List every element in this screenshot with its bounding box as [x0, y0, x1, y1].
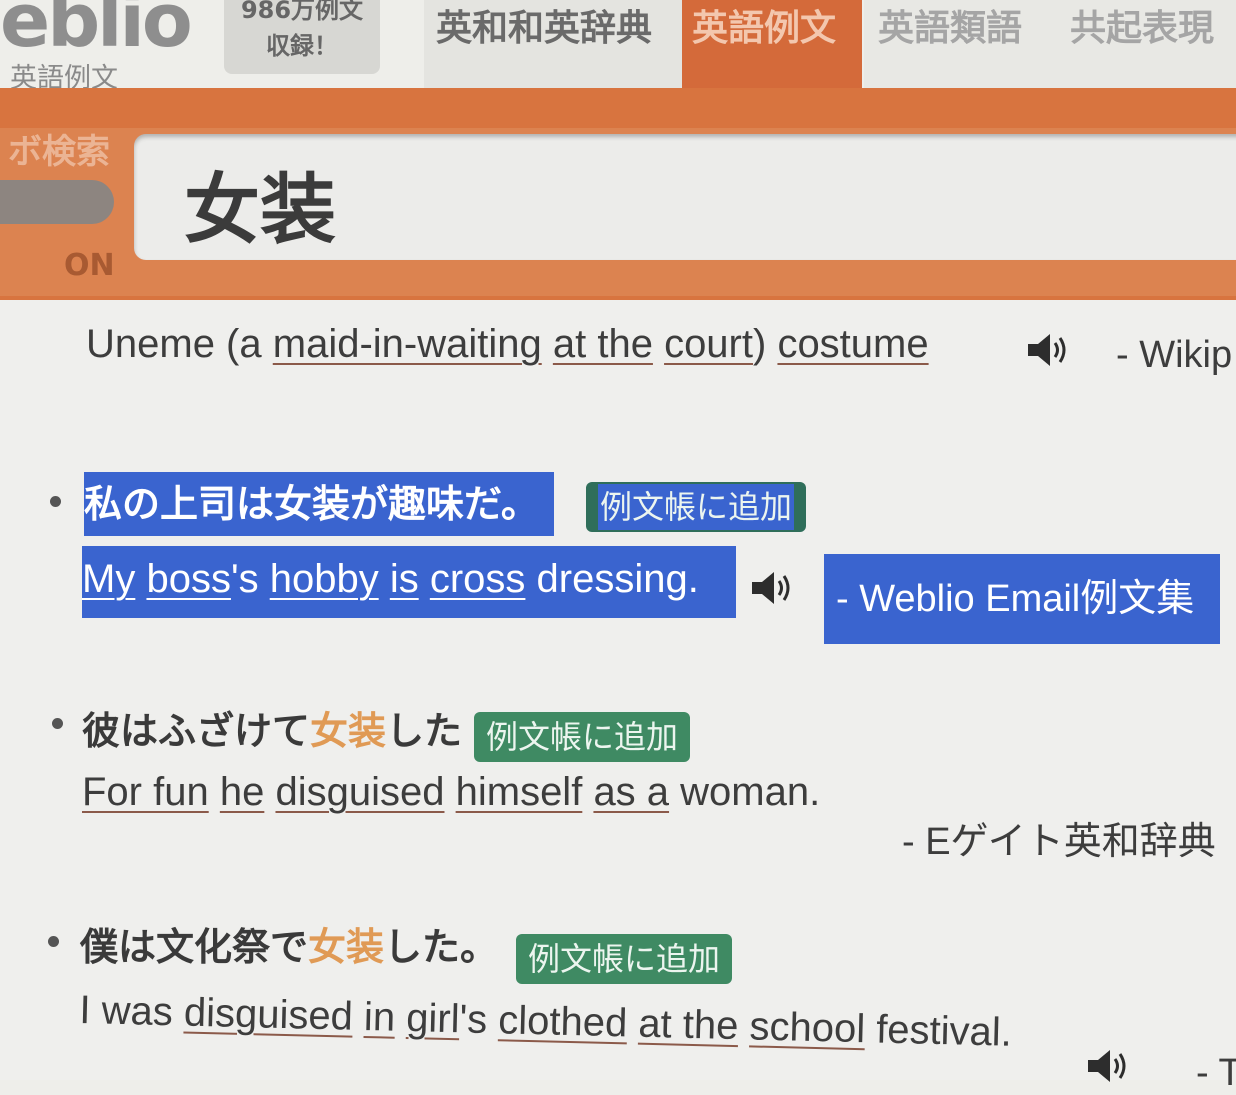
tab-english-examples[interactable]: 英語例文 [682, 0, 862, 88]
search-input[interactable]: 女装 [134, 134, 1236, 260]
robo-search-toggle[interactable] [0, 180, 114, 224]
text-segment [653, 322, 664, 366]
example-english-line: For fun he disguised himself as a woman. [82, 770, 820, 815]
example-source[interactable]: - Wikip [1116, 334, 1232, 377]
word-link[interactable]: clothed [498, 998, 628, 1045]
word-link[interactable]: disguised [275, 770, 444, 814]
word-link[interactable]: maid-in-waiting [273, 322, 542, 366]
word-link[interactable]: at the [638, 1002, 739, 1048]
add-to-wordbook-button[interactable]: 例文帳に追加 [474, 712, 691, 762]
example-source[interactable]: - To [1196, 1052, 1236, 1095]
top-bar: eblio 英語例文 986万例文 収録！ 英和和英辞典 英語例文 英語類語 共… [0, 0, 1236, 96]
word-link[interactable]: boss [146, 557, 231, 601]
sentence-text: 僕は文化祭で [80, 925, 309, 969]
word-link[interactable]: school [749, 1004, 866, 1051]
example-japanese-sentence: 私の上司は女装が趣味だ。 [84, 472, 554, 536]
list-bullet [50, 496, 61, 507]
add-to-wordbook-label: 例文帳に追加 [598, 484, 795, 530]
sentence-text: した [386, 709, 463, 753]
word-link[interactable]: he [220, 770, 265, 814]
word-link[interactable]: is [390, 557, 419, 601]
keyword-highlight: 女装 [308, 925, 385, 969]
word-link[interactable]: at the [553, 322, 653, 366]
speaker-icon[interactable] [1026, 330, 1072, 370]
toggle-state-label: ON [64, 248, 115, 283]
example-count-suffix: 収録！ [266, 32, 338, 60]
text-segment: ) [753, 322, 778, 366]
text-segment [264, 770, 275, 814]
example-count-badge: 986万例文 収録！ [224, 0, 380, 74]
text-segment [419, 557, 430, 601]
tab-eiwa-waei-dictionary[interactable]: 英和和英辞典 [424, 0, 686, 88]
text-segment: woman. [669, 770, 821, 814]
word-link[interactable]: as a [593, 770, 669, 814]
example-english-line: Uneme (a maid-in-waiting at the court) c… [86, 322, 929, 367]
add-to-wordbook-button[interactable]: 例文帳に追加 [586, 482, 807, 532]
word-link[interactable]: For fun [82, 770, 209, 814]
list-bullet [52, 718, 63, 729]
sentence-text: 彼はふざけて [82, 709, 311, 753]
sentence-text: した。 [384, 925, 499, 969]
text-segment [135, 557, 146, 601]
example-count: 986万例文 [240, 0, 364, 24]
text-segment: 's [459, 997, 499, 1043]
example-japanese-sentence: 彼はふざけて女装した [82, 700, 462, 755]
weblio-logo[interactable]: eblio [0, 0, 193, 64]
word-link[interactable]: himself [456, 770, 583, 814]
word-link[interactable]: in [363, 995, 395, 1040]
tab-collocations[interactable]: 共起表現 [1054, 0, 1236, 88]
speaker-icon[interactable] [750, 568, 796, 608]
text-segment: I was [78, 988, 185, 1035]
example-source[interactable]: - Eゲイト英和辞典 [902, 810, 1216, 865]
word-link[interactable]: court [664, 322, 753, 366]
text-segment: 's [230, 557, 270, 601]
text-segment: Uneme (a [86, 322, 273, 366]
word-link[interactable]: disguised [183, 991, 353, 1039]
word-link[interactable]: hobby [270, 557, 379, 601]
add-to-wordbook-button[interactable]: 例文帳に追加 [516, 934, 733, 984]
search-input-value[interactable]: 女装 [184, 148, 336, 258]
example-source[interactable]: - Weblio Email例文集 [824, 554, 1220, 644]
keyword-highlight: 女装 [310, 709, 387, 753]
example-japanese-sentence: 僕は文化祭で女装した。 [80, 916, 498, 971]
text-segment: dressing. [525, 557, 699, 601]
word-link[interactable]: cross [430, 557, 526, 601]
text-segment [379, 557, 390, 601]
text-segment [542, 322, 553, 366]
tab-english-thesaurus[interactable]: 英語類語 [864, 0, 1056, 88]
example-english-line: My boss's hobby is cross dressing. [82, 546, 736, 618]
speaker-icon[interactable] [1086, 1046, 1132, 1086]
text-segment [582, 770, 593, 814]
text-segment [209, 770, 220, 814]
text-segment: festival. [864, 1007, 1013, 1055]
word-link[interactable]: girl [406, 996, 460, 1041]
text-segment [444, 770, 455, 814]
word-link[interactable]: costume [777, 322, 928, 366]
list-bullet [48, 936, 59, 947]
word-link[interactable]: My [82, 557, 135, 601]
robo-search-label: ボ検索 [8, 132, 110, 172]
